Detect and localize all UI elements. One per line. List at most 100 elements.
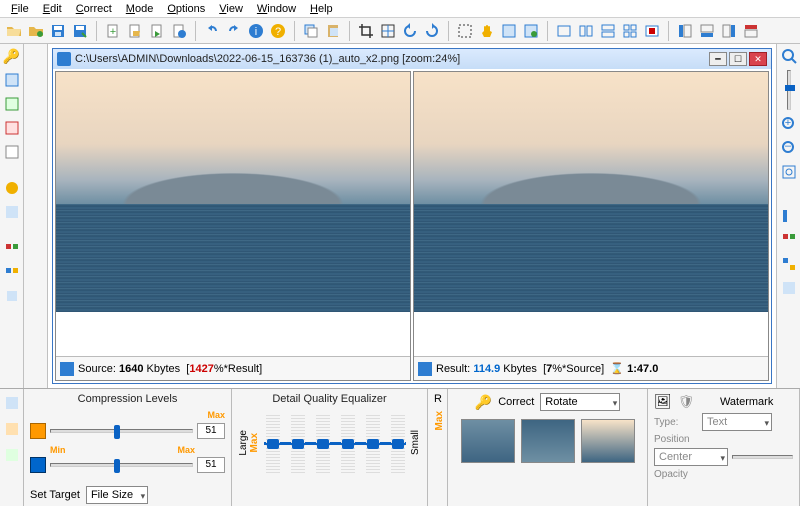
- doc-icon: [57, 52, 71, 66]
- view-horiz-icon[interactable]: [576, 21, 596, 41]
- open-folder-refresh-icon[interactable]: [26, 21, 46, 41]
- watermark-shield-icon[interactable]: 🛡: [678, 394, 695, 410]
- selection-icon[interactable]: [455, 21, 475, 41]
- bottom-panels: Compression Levels Max 51 MinMax 51 Set …: [0, 388, 800, 506]
- rotate-right-icon[interactable]: [422, 21, 442, 41]
- zoom-100-icon[interactable]: [779, 46, 799, 66]
- svg-text:i: i: [255, 26, 257, 38]
- rotate-left-icon[interactable]: [400, 21, 420, 41]
- layout-right-d[interactable]: [779, 278, 799, 298]
- watermark-panel: 🖼 🛡 Watermark Type:Text Position Center …: [648, 389, 800, 506]
- page-open-icon[interactable]: [125, 21, 145, 41]
- copy-image-icon[interactable]: [301, 21, 321, 41]
- text-icon[interactable]: [499, 21, 519, 41]
- bottom-icon-b[interactable]: [2, 419, 22, 439]
- watermark-type-select[interactable]: Text: [702, 413, 772, 431]
- left-tool-i[interactable]: [2, 286, 22, 306]
- compression-value-2[interactable]: 51: [197, 457, 225, 473]
- menu-help[interactable]: Help: [303, 2, 340, 16]
- key-icon[interactable]: 🔑: [2, 46, 22, 66]
- watermark-title: Watermark: [700, 396, 793, 408]
- close-button[interactable]: ✕: [749, 52, 767, 66]
- menu-bar: File Edit Correct Mode Options View Wind…: [0, 0, 800, 18]
- bottom-icon-a[interactable]: [2, 393, 22, 413]
- preset-1-icon[interactable]: [30, 423, 46, 439]
- compression-panel: Compression Levels Max 51 MinMax 51 Set …: [24, 389, 232, 506]
- source-image[interactable]: [56, 72, 410, 356]
- svg-text:+: +: [784, 117, 790, 129]
- minimize-button[interactable]: ━: [709, 52, 727, 66]
- hand-icon[interactable]: [477, 21, 497, 41]
- menu-file[interactable]: File: [4, 2, 36, 16]
- paste-image-icon[interactable]: [323, 21, 343, 41]
- maximize-button[interactable]: ☐: [729, 52, 747, 66]
- page-arrow-icon[interactable]: [147, 21, 167, 41]
- layout-right-a[interactable]: [779, 206, 799, 226]
- compression-value-1[interactable]: 51: [197, 423, 225, 439]
- target-mode-select[interactable]: File Size: [86, 486, 148, 504]
- page-plus-icon[interactable]: +: [103, 21, 123, 41]
- result-image[interactable]: [414, 72, 768, 356]
- rotate-option-2[interactable]: [521, 419, 575, 463]
- source-status: Source: 1640 Kbytes [1427%*Result]: [56, 356, 410, 380]
- watermark-pos-select[interactable]: Center: [654, 448, 728, 466]
- preset-2-icon[interactable]: [30, 457, 46, 473]
- redo-icon[interactable]: [224, 21, 244, 41]
- info-icon[interactable]: i: [246, 21, 266, 41]
- compression-slider-2[interactable]: [50, 463, 193, 467]
- open-file-icon[interactable]: [4, 21, 24, 41]
- correct-mode-select[interactable]: Rotate: [540, 393, 620, 411]
- canvas-area: C:\Users\ADMIN\Downloads\2022-06-15_1637…: [48, 44, 776, 388]
- view-single-icon[interactable]: [554, 21, 574, 41]
- layout-right-c[interactable]: [779, 254, 799, 274]
- rotate-option-1[interactable]: [461, 419, 515, 463]
- document-titlebar[interactable]: C:\Users\ADMIN\Downloads\2022-06-15_1637…: [53, 49, 771, 69]
- correct-panel: 🔑 Correct Rotate: [448, 389, 648, 506]
- correct-label: Correct: [498, 396, 534, 408]
- left-tool-b[interactable]: [2, 94, 22, 114]
- left-tool-d[interactable]: [2, 142, 22, 162]
- view-vert-icon[interactable]: [598, 21, 618, 41]
- menu-window[interactable]: Window: [250, 2, 303, 16]
- compression-slider-1[interactable]: [50, 429, 193, 433]
- zoom-slider[interactable]: [787, 70, 791, 110]
- save-as-icon[interactable]: [70, 21, 90, 41]
- resize-icon[interactable]: [378, 21, 398, 41]
- menu-view[interactable]: View: [212, 2, 250, 16]
- watermark-pic-icon[interactable]: 🖼: [654, 393, 672, 410]
- left-tool-f[interactable]: [2, 202, 22, 222]
- layout-red-icon[interactable]: [741, 21, 761, 41]
- zoom-in-icon[interactable]: +: [779, 114, 799, 134]
- page-globe-icon[interactable]: [169, 21, 189, 41]
- menu-options[interactable]: Options: [160, 2, 212, 16]
- watermark-pos-slider[interactable]: [732, 455, 793, 459]
- left-tool-e[interactable]: [2, 178, 22, 198]
- view-overlay-icon[interactable]: [642, 21, 662, 41]
- status-icon: [60, 362, 74, 376]
- help-icon[interactable]: ?: [268, 21, 288, 41]
- menu-correct[interactable]: Correct: [69, 2, 119, 16]
- left-tool-a[interactable]: [2, 70, 22, 90]
- bottom-icon-c[interactable]: [2, 445, 22, 465]
- zoom-fit-icon[interactable]: [779, 162, 799, 182]
- view-quad-icon[interactable]: [620, 21, 640, 41]
- layout-right-icon[interactable]: [719, 21, 739, 41]
- save-icon[interactable]: [48, 21, 68, 41]
- layout-bottom-icon[interactable]: [697, 21, 717, 41]
- text2-icon[interactable]: [521, 21, 541, 41]
- left-tool-h[interactable]: [2, 262, 22, 282]
- menu-edit[interactable]: Edit: [36, 2, 69, 16]
- doc-title-text: C:\Users\ADMIN\Downloads\2022-06-15_1637…: [75, 53, 460, 65]
- crop-icon[interactable]: [356, 21, 376, 41]
- menu-mode[interactable]: Mode: [119, 2, 161, 16]
- svg-text:?: ?: [275, 26, 281, 38]
- rotate-option-3[interactable]: [581, 419, 635, 463]
- undo-icon[interactable]: [202, 21, 222, 41]
- zoom-out-icon[interactable]: –: [779, 138, 799, 158]
- equalizer-sliders[interactable]: [260, 413, 410, 473]
- left-tool-g[interactable]: [2, 238, 22, 258]
- result-pane: Result: 114.9 Kbytes [ 7%*Source] ⌛ 1:47…: [413, 71, 769, 381]
- layout-right-b[interactable]: [779, 230, 799, 250]
- layout-left-icon[interactable]: [675, 21, 695, 41]
- left-tool-c[interactable]: [2, 118, 22, 138]
